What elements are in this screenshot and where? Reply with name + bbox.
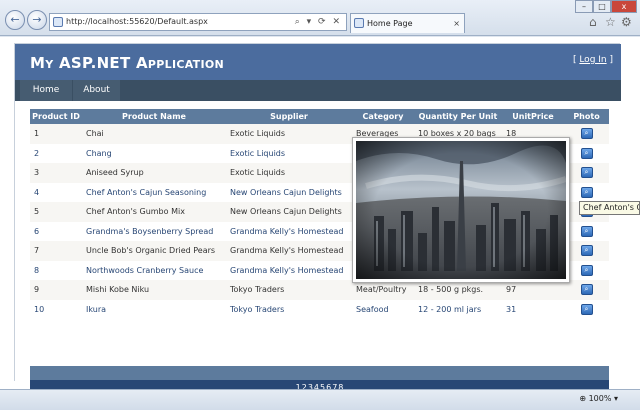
forward-button[interactable]: →: [27, 10, 47, 30]
search-icon[interactable]: ⌕: [580, 167, 593, 179]
zoom-value: 100%: [588, 394, 612, 403]
tooltip: Chef Anton's Cajun Seasoning: [579, 201, 640, 215]
cell-supplier: Tokyo Traders: [226, 299, 352, 319]
cell-unit-price: 31: [502, 299, 564, 319]
nav-menu: Home About: [15, 80, 621, 101]
search-icon[interactable]: ⌕: [580, 186, 593, 198]
cell-product-name: Uncle Bob's Organic Dried Pears: [82, 241, 226, 261]
search-icon[interactable]: ⌕: [580, 147, 593, 159]
cell-photo: ⌕: [564, 280, 609, 300]
column-header-product-name: Product Name: [82, 109, 226, 124]
cell-photo: ⌕: [564, 163, 609, 183]
search-icon[interactable]: ⌕: [580, 128, 593, 140]
cell-supplier: Exotic Liquids: [226, 124, 352, 144]
cell-supplier: Grandma Kelly's Homestead: [226, 221, 352, 241]
tab-title: Home Page: [367, 19, 413, 28]
search-icon[interactable]: ⌕: [580, 284, 593, 296]
site-header: My ASP.NET Application [ Log In ]: [15, 44, 621, 80]
cell-product-name: Mishi Kobe Niku: [82, 280, 226, 300]
cell-supplier: Tokyo Traders: [226, 280, 352, 300]
cell-product-name: Chef Anton's Gumbo Mix: [82, 202, 226, 222]
cell-product-name: Chai: [82, 124, 226, 144]
column-header-category: Category: [352, 109, 414, 124]
page-icon: [53, 17, 63, 27]
cell-supplier: Exotic Liquids: [226, 143, 352, 163]
cell-photo: ⌕: [564, 182, 609, 202]
zoom-level[interactable]: ⊕ 100% ▾: [579, 394, 618, 403]
search-icon[interactable]: ⌕: [580, 303, 593, 315]
cell-supplier: Grandma Kelly's Homestead: [226, 260, 352, 280]
cell-photo: ⌕: [564, 241, 609, 261]
cell-photo: ⌕: [564, 299, 609, 319]
column-header-quantity: Quantity Per Unit: [414, 109, 502, 124]
address-tools-icons[interactable]: ⌕ ▾ ⟳ ✕: [295, 14, 342, 30]
search-icon[interactable]: ⌕: [580, 225, 593, 237]
column-header-product-id: Product ID: [30, 109, 82, 124]
column-header-unit-price: UnitPrice: [502, 109, 564, 124]
back-button[interactable]: ←: [5, 10, 25, 30]
status-bar: ⊕ 100% ▾: [0, 389, 640, 410]
menu-item-home[interactable]: Home: [20, 80, 73, 101]
cell-product-id: 10: [30, 299, 82, 319]
cell-product-id: 4: [30, 182, 82, 202]
cell-category: Seafood: [352, 299, 414, 319]
column-header-supplier: Supplier: [226, 109, 352, 124]
address-text: http://localhost:55620/Default.aspx: [66, 17, 208, 26]
menu-item-about[interactable]: About: [73, 80, 121, 101]
browser-toolbar: ← → http://localhost:55620/Default.aspx …: [0, 0, 640, 36]
table-row: 10 Ikura Tokyo Traders Seafood 12 - 200 …: [30, 299, 609, 319]
cell-product-name: Grandma's Boysenberry Spread: [82, 221, 226, 241]
app-title: My ASP.NET Application: [30, 54, 225, 72]
cell-photo: ⌕: [564, 143, 609, 163]
cell-product-id: 7: [30, 241, 82, 261]
minimize-button[interactable]: –: [575, 0, 593, 13]
maximize-button[interactable]: □: [593, 0, 611, 13]
login-link[interactable]: Log In: [579, 55, 606, 65]
close-window-button[interactable]: x: [611, 0, 637, 13]
cell-product-id: 9: [30, 280, 82, 300]
grid-footer-band: [30, 366, 609, 380]
cell-supplier: New Orleans Cajun Delights: [226, 182, 352, 202]
cell-supplier: Exotic Liquids: [226, 163, 352, 183]
address-bar[interactable]: http://localhost:55620/Default.aspx ⌕ ▾ …: [49, 13, 347, 31]
search-icon[interactable]: ⌕: [580, 264, 593, 276]
cell-product-id: 6: [30, 221, 82, 241]
tab-close-icon[interactable]: ×: [453, 14, 460, 33]
cell-product-id: 2: [30, 143, 82, 163]
cell-product-name: Chef Anton's Cajun Seasoning: [82, 182, 226, 202]
browser-tab-home[interactable]: Home Page ×: [350, 13, 465, 33]
favorites-star-icon[interactable]: ☆: [605, 15, 616, 29]
gear-icon[interactable]: ⚙: [621, 15, 632, 29]
cell-photo: ⌕: [564, 124, 609, 144]
cell-product-name: Northwoods Cranberry Sauce: [82, 260, 226, 280]
login-display: [ Log In ]: [573, 55, 613, 65]
cell-product-id: 1: [30, 124, 82, 144]
city-photo: [356, 141, 566, 279]
cell-product-id: 8: [30, 260, 82, 280]
cell-product-id: 5: [30, 202, 82, 222]
photo-popup: [352, 137, 570, 283]
login-bracket-close: ]: [606, 55, 613, 65]
cell-quantity: 12 - 200 ml jars: [414, 299, 502, 319]
column-header-photo: Photo: [564, 109, 609, 124]
cell-supplier: New Orleans Cajun Delights: [226, 202, 352, 222]
cell-supplier: Grandma Kelly's Homestead: [226, 241, 352, 261]
cell-product-name: Chang: [82, 143, 226, 163]
home-icon[interactable]: ⌂: [589, 15, 597, 29]
cell-product-name: Ikura: [82, 299, 226, 319]
cell-product-name: Aniseed Syrup: [82, 163, 226, 183]
search-icon[interactable]: ⌕: [580, 245, 593, 257]
cell-product-id: 3: [30, 163, 82, 183]
cell-photo: ⌕: [564, 221, 609, 241]
cell-photo: ⌕: [564, 260, 609, 280]
page-icon: [354, 18, 364, 28]
